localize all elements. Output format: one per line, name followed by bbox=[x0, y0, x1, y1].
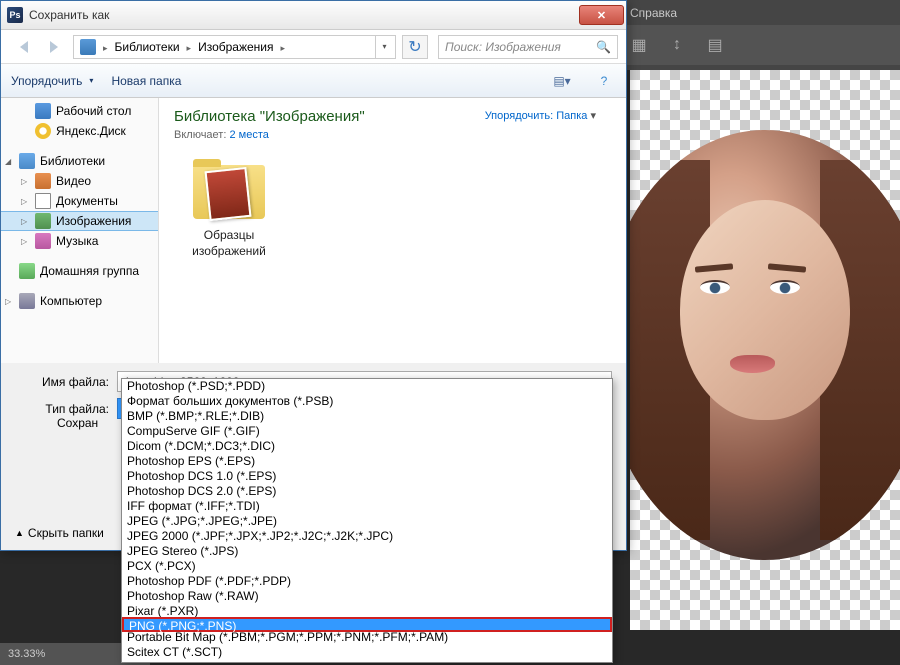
sidebar-item-video[interactable]: ▷Видео bbox=[1, 171, 158, 191]
new-folder-button[interactable]: Новая папка bbox=[111, 74, 181, 88]
folder-label: Образцы изображений bbox=[174, 228, 284, 259]
yandex-icon bbox=[35, 123, 51, 139]
filename-label: Имя файла: bbox=[41, 375, 117, 389]
dialog-toolbar: Упорядочить Новая папка ▤▾ ? bbox=[1, 64, 626, 98]
ps-canvas[interactable] bbox=[630, 70, 900, 630]
dialog-title: Сохранить как bbox=[29, 8, 579, 22]
sidebar-item-yandex[interactable]: Яндекс.Диск bbox=[1, 121, 158, 141]
folder-icon bbox=[189, 159, 269, 223]
filetype-option[interactable]: JPEG (*.JPG;*.JPEG;*.JPE) bbox=[122, 514, 612, 529]
sidebar-item-homegroup[interactable]: Домашняя группа bbox=[1, 261, 158, 281]
desktop-icon bbox=[35, 103, 51, 119]
filetype-option[interactable]: JPEG Stereo (*.JPS) bbox=[122, 544, 612, 559]
sidebar-item-images[interactable]: ▷Изображения bbox=[1, 211, 158, 231]
filetype-option[interactable]: CompuServe GIF (*.GIF) bbox=[122, 424, 612, 439]
chevron-up-icon: ▲ bbox=[15, 528, 24, 538]
filetype-option[interactable]: Photoshop DCS 2.0 (*.EPS) bbox=[122, 484, 612, 499]
nav-bar: Библиотеки Изображения ▾ ↻ Поиск: Изобра… bbox=[1, 30, 626, 64]
nav-forward-button[interactable] bbox=[41, 34, 69, 60]
dialog-titlebar[interactable]: Ps Сохранить как ✕ bbox=[1, 1, 626, 30]
filetype-option[interactable]: Photoshop PDF (*.PDF;*.PDP) bbox=[122, 574, 612, 589]
filetype-option[interactable]: Photoshop Raw (*.RAW) bbox=[122, 589, 612, 604]
ps-image-content bbox=[630, 130, 900, 560]
locations-link[interactable]: 2 места bbox=[229, 129, 268, 141]
tree-expand-icon[interactable]: ◢ bbox=[5, 157, 11, 166]
homegroup-icon bbox=[19, 263, 35, 279]
libraries-icon bbox=[80, 39, 96, 55]
search-placeholder: Поиск: Изображения bbox=[445, 40, 596, 54]
nav-sidebar[interactable]: Рабочий стол Яндекс.Диск ◢Библиотеки ▷Ви… bbox=[1, 98, 159, 363]
nav-back-button[interactable] bbox=[9, 34, 37, 60]
filetype-option[interactable]: Scitex CT (*.SCT) bbox=[122, 645, 612, 660]
filetype-dropdown[interactable]: Photoshop (*.PSD;*.PDD) Формат больших д… bbox=[121, 378, 613, 663]
tree-collapse-icon[interactable]: ▷ bbox=[5, 297, 11, 306]
music-icon bbox=[35, 233, 51, 249]
close-button[interactable]: ✕ bbox=[579, 5, 624, 25]
view-options-button[interactable]: ▤▾ bbox=[550, 69, 574, 93]
filetype-option[interactable]: PCX (*.PCX) bbox=[122, 559, 612, 574]
sidebar-item-computer[interactable]: ▷Компьютер bbox=[1, 291, 158, 311]
filetype-label: Тип файла: bbox=[41, 402, 117, 416]
refresh-button[interactable]: ↻ bbox=[402, 35, 428, 59]
tree-collapse-icon[interactable]: ▷ bbox=[21, 197, 27, 206]
filetype-option[interactable]: IFF формат (*.IFF;*.TDI) bbox=[122, 499, 612, 514]
menu-help[interactable]: Справка bbox=[630, 6, 677, 20]
document-icon bbox=[35, 193, 51, 209]
filetype-option[interactable]: Photoshop DCS 1.0 (*.EPS) bbox=[122, 469, 612, 484]
folder-item-samples[interactable]: Образцы изображений bbox=[174, 159, 284, 259]
ps-tool-icon-3[interactable]: ▤ bbox=[706, 36, 724, 54]
organize-button[interactable]: Упорядочить bbox=[11, 74, 93, 88]
content-pane[interactable]: Библиотека "Изображения" Включает: 2 мес… bbox=[159, 98, 626, 363]
breadcrumb-libraries[interactable]: Библиотеки bbox=[111, 40, 184, 54]
filetype-option-png[interactable]: PNG (*.PNG;*.PNS) bbox=[122, 617, 612, 632]
breadcrumb-dropdown[interactable]: ▾ bbox=[375, 36, 393, 58]
filetype-option[interactable]: BMP (*.BMP;*.RLE;*.DIB) bbox=[122, 409, 612, 424]
libraries-icon bbox=[19, 153, 35, 169]
search-input[interactable]: Поиск: Изображения 🔍 bbox=[438, 35, 618, 59]
content-subheader: Включает: 2 места bbox=[174, 129, 611, 141]
pictures-icon bbox=[35, 213, 51, 229]
computer-icon bbox=[19, 293, 35, 309]
filetype-option[interactable]: Dicom (*.DCM;*.DC3;*.DIC) bbox=[122, 439, 612, 454]
filetype-option[interactable]: Targa (*.TGA;*.VDA;*.ICB;*.VST) bbox=[122, 660, 612, 663]
help-button[interactable]: ? bbox=[592, 69, 616, 93]
sidebar-item-libraries[interactable]: ◢Библиотеки bbox=[1, 151, 158, 171]
tree-collapse-icon[interactable]: ▷ bbox=[21, 217, 27, 226]
sidebar-item-desktop[interactable]: Рабочий стол bbox=[1, 101, 158, 121]
ps-app-icon: Ps bbox=[7, 7, 23, 23]
ps-tool-icon-2[interactable]: ↕ bbox=[668, 36, 686, 54]
search-icon: 🔍 bbox=[596, 40, 611, 54]
tree-collapse-icon[interactable]: ▷ bbox=[21, 177, 27, 186]
tree-collapse-icon[interactable]: ▷ bbox=[21, 237, 27, 246]
breadcrumb-images[interactable]: Изображения bbox=[194, 40, 277, 54]
zoom-level[interactable]: 33.33% bbox=[8, 648, 45, 660]
filetype-option[interactable]: Photoshop (*.PSD;*.PDD) bbox=[122, 379, 612, 394]
sort-control[interactable]: Упорядочить: Папка ▾ bbox=[485, 109, 596, 122]
hide-folders-button[interactable]: ▲ Скрыть папки bbox=[15, 526, 104, 540]
breadcrumb-bar[interactable]: Библиотеки Изображения ▾ bbox=[73, 35, 396, 59]
filetype-option[interactable]: JPEG 2000 (*.JPF;*.JPX;*.JP2;*.J2C;*.J2K… bbox=[122, 529, 612, 544]
ps-tool-icon-1[interactable]: ▦ bbox=[630, 36, 648, 54]
save-section-label: Сохран bbox=[57, 416, 98, 430]
sidebar-item-music[interactable]: ▷Музыка bbox=[1, 231, 158, 251]
filetype-option[interactable]: Photoshop EPS (*.EPS) bbox=[122, 454, 612, 469]
filetype-option[interactable]: Формат больших документов (*.PSB) bbox=[122, 394, 612, 409]
video-icon bbox=[35, 173, 51, 189]
sidebar-item-documents[interactable]: ▷Документы bbox=[1, 191, 158, 211]
